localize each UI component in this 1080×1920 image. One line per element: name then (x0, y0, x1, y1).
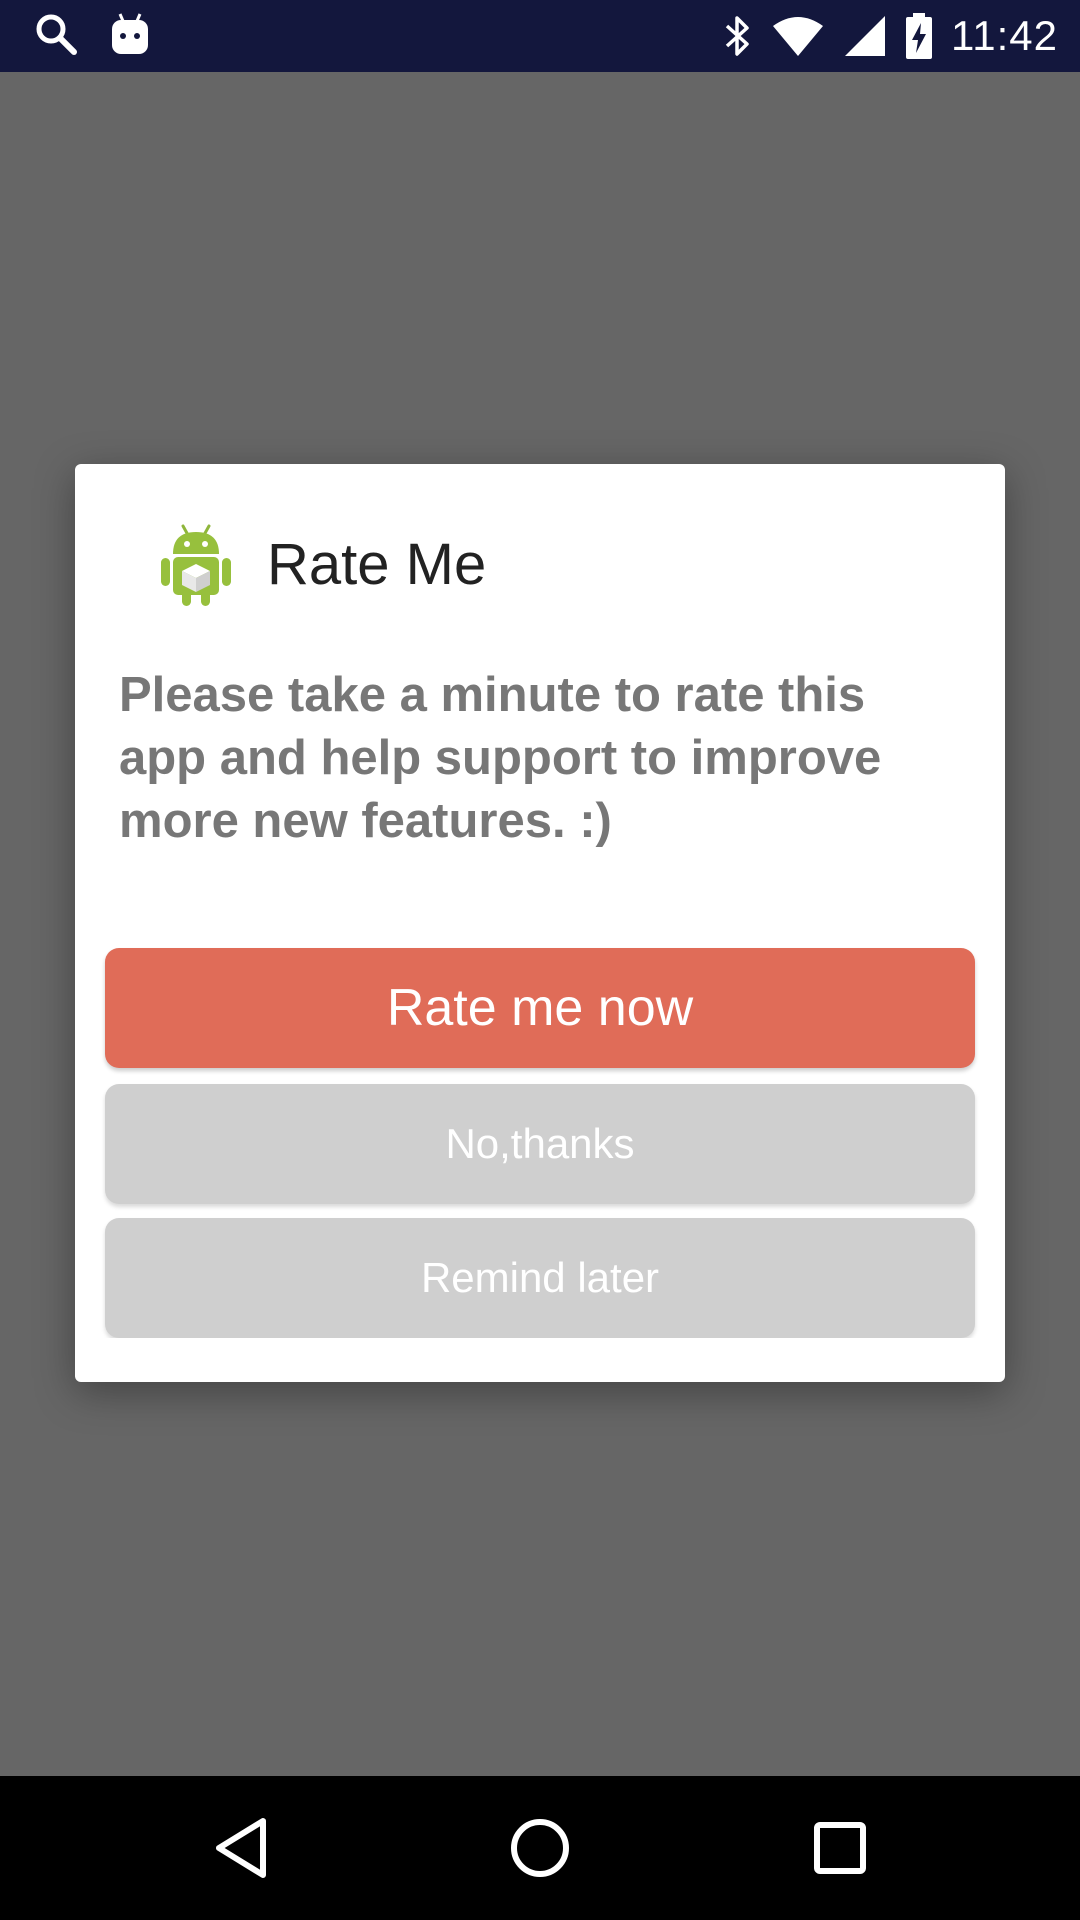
battery-charging-icon (905, 13, 933, 59)
status-time: 11:42 (951, 12, 1058, 59)
bluetooth-icon (723, 14, 753, 58)
recents-icon[interactable] (804, 1812, 876, 1884)
search-icon (34, 12, 78, 56)
signal-icon (843, 14, 887, 58)
remind-later-clip: Remind later (75, 464, 1005, 1338)
status-bar: 11:42 (0, 0, 1080, 72)
home-icon[interactable] (504, 1812, 576, 1884)
rate-dialog: Rate Me Please take a minute to rate thi… (75, 464, 1005, 1382)
navigation-bar (0, 1776, 1080, 1920)
wifi-icon (771, 14, 825, 58)
remind-later-button[interactable]: Remind later (105, 1218, 975, 1338)
back-icon[interactable] (205, 1812, 277, 1884)
android-notification-icon (110, 12, 150, 56)
